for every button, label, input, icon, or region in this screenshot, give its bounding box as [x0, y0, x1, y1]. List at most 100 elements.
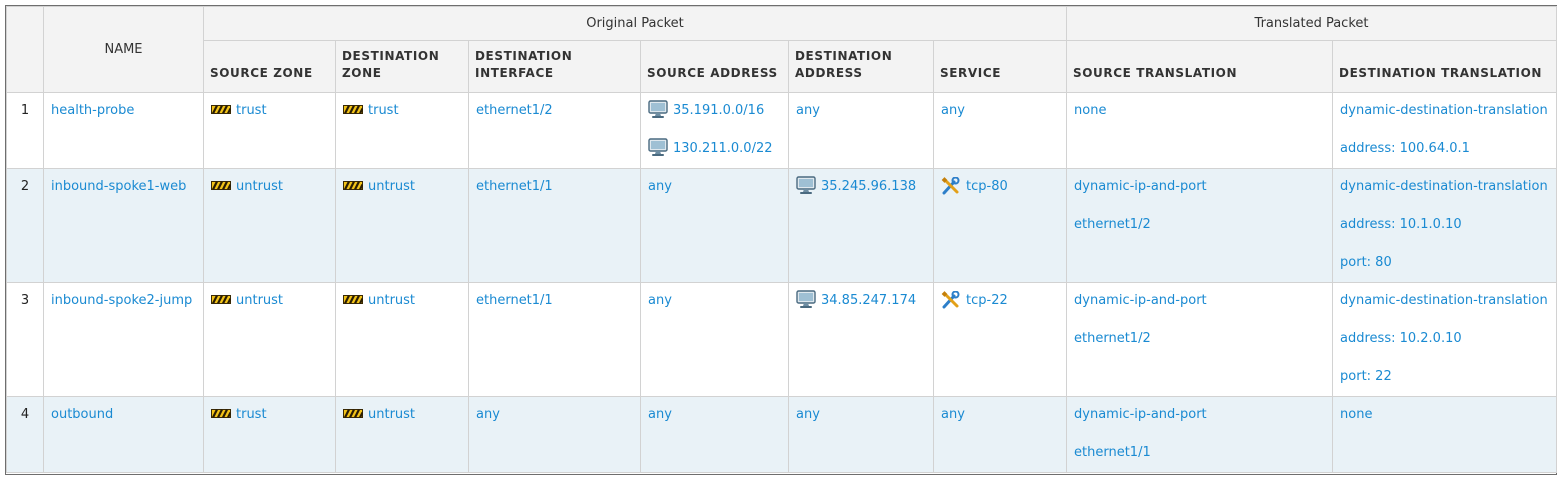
row-number: 3 [20, 293, 30, 308]
zone-barrier-icon [211, 179, 236, 194]
source-translation-cell: dynamic-ip-and-port ethernet1/2 [1066, 168, 1334, 283]
source-address-any: any [648, 293, 672, 308]
destination-interface-link[interactable]: ethernet1/1 [476, 291, 633, 310]
zone-barrier-icon [211, 407, 236, 422]
zone-barrier-icon [343, 293, 368, 308]
destination-zone-cell: trust [335, 92, 469, 169]
address-monitor-icon [796, 290, 821, 308]
source-translation-line[interactable]: ethernet1/2 [1074, 215, 1325, 234]
source-zone-cell: trust [203, 396, 336, 473]
destination-zone-link[interactable]: untrust [343, 177, 461, 196]
source-zone-link[interactable]: untrust [211, 177, 328, 196]
row-number-cell: 4 [6, 396, 44, 473]
original-packet-group-header: Original Packet [202, 6, 1068, 41]
destination-zone-link[interactable]: untrust [343, 405, 461, 424]
column-header-destination-translation[interactable]: DESTINATION TRANSLATION [1332, 40, 1558, 93]
rule-name-link[interactable]: outbound [51, 405, 196, 424]
service-tools-icon [941, 176, 966, 194]
destination-translation-cell: dynamic-destination-translation address: … [1332, 168, 1558, 283]
destination-interface-cell: ethernet1/1 [468, 168, 641, 283]
destination-translation-line[interactable]: address: 10.2.0.10 [1340, 329, 1549, 348]
source-address-any: any [648, 407, 672, 422]
rule-name-link[interactable]: inbound-spoke2-jump [51, 291, 196, 310]
destination-zone-link[interactable]: trust [343, 101, 461, 120]
service-cell: tcp-22 [932, 282, 1068, 397]
column-header-source-zone[interactable]: SOURCE ZONE [203, 40, 336, 93]
destination-address-link[interactable]: 35.245.96.138 [796, 176, 926, 196]
destination-translation-line[interactable]: port: 22 [1340, 367, 1549, 386]
service-link[interactable]: tcp-80 [941, 176, 1059, 196]
destination-address-cell: any [788, 92, 934, 169]
destination-translation-line[interactable]: address: 10.1.0.10 [1340, 215, 1549, 234]
destination-translation-line[interactable]: address: 100.64.0.1 [1340, 139, 1549, 158]
rule-name-link[interactable]: health-probe [51, 101, 196, 120]
source-zone-link[interactable]: untrust [211, 291, 328, 310]
column-header-destination-zone[interactable]: DESTINATION ZONE [335, 40, 469, 93]
table-row[interactable]: 3 inbound-spoke2-jump untrust untrust ethern… [6, 282, 1558, 397]
destination-interface-link[interactable]: ethernet1/1 [476, 177, 633, 196]
destination-address-cell: any [788, 396, 934, 473]
destination-translation-line[interactable]: port: 80 [1340, 253, 1549, 272]
destination-translation-line[interactable]: dynamic-destination-translation [1340, 177, 1549, 196]
destination-address-link-text: 34.85.247.174 [821, 293, 917, 308]
destination-interface-link[interactable]: any [476, 405, 633, 424]
source-zone-link[interactable]: trust [211, 101, 328, 120]
zone-barrier-icon [343, 179, 368, 194]
source-address-link-text: 35.191.0.0/16 [673, 103, 765, 118]
source-zone-link[interactable]: trust [211, 405, 328, 424]
source-translation-line[interactable]: none [1074, 101, 1325, 120]
name-cell: health-probe [43, 92, 204, 169]
destination-address-link[interactable]: 34.85.247.174 [796, 290, 926, 310]
column-header-source-address[interactable]: SOURCE ADDRESS [640, 40, 789, 93]
column-header-source-translation[interactable]: SOURCE TRANSLATION [1066, 40, 1334, 93]
column-header-service[interactable]: SERVICE [932, 40, 1068, 93]
row-number-cell: 1 [6, 92, 44, 169]
source-translation-line[interactable]: dynamic-ip-and-port [1074, 405, 1325, 424]
source-translation-line[interactable]: dynamic-ip-and-port [1074, 291, 1325, 310]
rule-name-link[interactable]: inbound-spoke1-web [51, 177, 196, 196]
destination-address-cell: 34.85.247.174 [788, 282, 934, 397]
source-address-link-text: 130.211.0.0/22 [673, 141, 773, 156]
service-cell: any [932, 92, 1068, 169]
source-zone-cell: trust [203, 92, 336, 169]
zone-barrier-icon [211, 103, 236, 118]
table-header: NAME Original Packet Translated Packet S… [6, 6, 1558, 93]
destination-translation-line[interactable]: none [1340, 405, 1549, 424]
row-number-header [6, 6, 44, 93]
source-translation-line[interactable]: ethernet1/1 [1074, 443, 1325, 462]
destination-address-cell: 35.245.96.138 [788, 168, 934, 283]
destination-zone-link-text: untrust [368, 179, 416, 194]
source-zone-cell: untrust [203, 282, 336, 397]
table-body: 1 health-probe trust trust ethernet1/2 35.191… [6, 92, 1558, 473]
table-row[interactable]: 1 health-probe trust trust ethernet1/2 35.191… [6, 92, 1558, 169]
source-address-link[interactable]: 35.191.0.0/16 [648, 100, 781, 120]
translated-packet-group-header: Translated Packet [1066, 6, 1558, 41]
destination-translation-line[interactable]: dynamic-destination-translation [1340, 291, 1549, 310]
row-number-cell: 3 [6, 282, 44, 397]
table-row[interactable]: 4 outbound trust untrust any any any any dynamic… [6, 396, 1558, 473]
source-translation-line[interactable]: ethernet1/2 [1074, 329, 1325, 348]
destination-interface-cell: any [468, 396, 641, 473]
source-zone-link-text: trust [236, 103, 267, 118]
zone-barrier-icon [343, 407, 368, 422]
source-address-cell: any [640, 168, 789, 283]
column-header-destination-interface[interactable]: DESTINATION INTERFACE [468, 40, 641, 93]
destination-zone-link[interactable]: untrust [343, 291, 461, 310]
service-link-text: tcp-80 [966, 179, 1008, 194]
source-zone-link-text: untrust [236, 293, 284, 308]
source-address-any: any [648, 179, 672, 194]
table-row[interactable]: 2 inbound-spoke1-web untrust untrust etherne… [6, 168, 1558, 283]
destination-address-any: any [796, 103, 820, 118]
nat-policy-table-panel: NAME Original Packet Translated Packet S… [5, 5, 1558, 475]
service-link-text: tcp-22 [966, 293, 1008, 308]
destination-translation-line[interactable]: dynamic-destination-translation [1340, 101, 1549, 120]
source-translation-line[interactable]: dynamic-ip-and-port [1074, 177, 1325, 196]
destination-zone-link-text: untrust [368, 407, 416, 422]
service-cell: any [932, 396, 1068, 473]
source-address-link[interactable]: 130.211.0.0/22 [648, 138, 781, 158]
column-header-destination-address[interactable]: DESTINATION ADDRESS [788, 40, 934, 93]
source-translation-cell: none [1066, 92, 1334, 169]
column-header-name[interactable]: NAME [43, 6, 204, 93]
service-link[interactable]: tcp-22 [941, 290, 1059, 310]
destination-interface-link[interactable]: ethernet1/2 [476, 101, 633, 120]
